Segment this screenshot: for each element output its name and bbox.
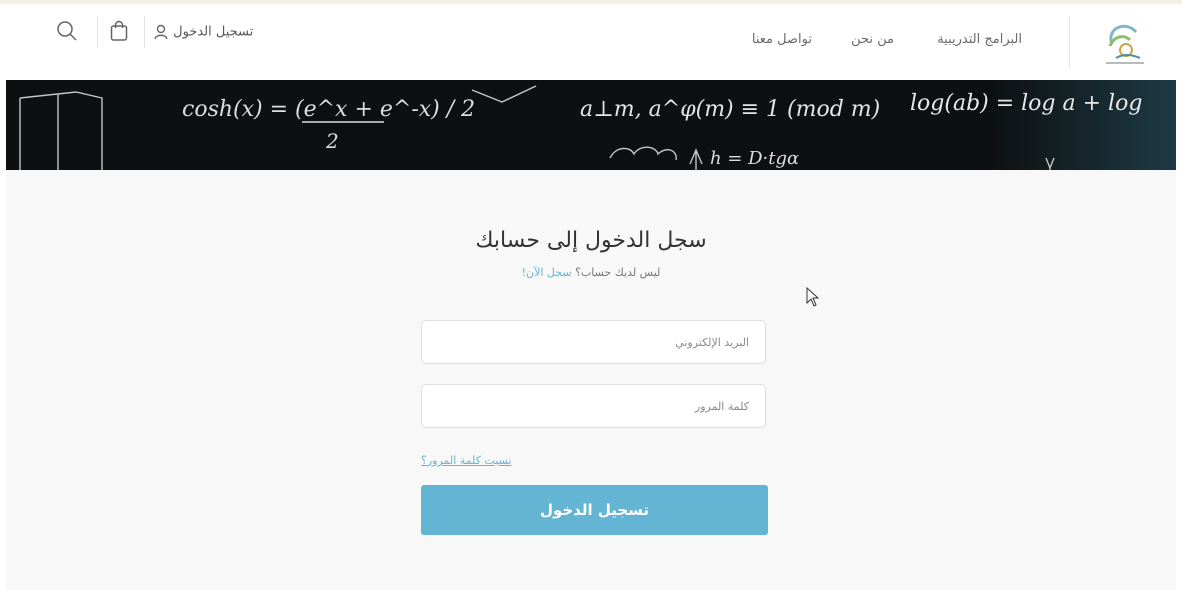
mouse-cursor-icon [806, 287, 820, 307]
login-title: سجل الدخول إلى حسابك [475, 228, 707, 253]
formula-denominator: 2 [325, 129, 339, 153]
no-account-text: ليس لديك حساب؟ [575, 266, 661, 279]
login-submit-button[interactable]: تسجيل الدخول [421, 485, 768, 535]
formula-cosh: cosh(x) = (e^x + e^-x) / 2 [182, 97, 475, 122]
header-divider [144, 16, 145, 48]
site-logo[interactable] [1069, 16, 1156, 68]
password-field-wrapper [421, 384, 766, 428]
nav-programs[interactable]: البرامج التدريبية [937, 32, 1022, 47]
search-icon[interactable] [56, 20, 78, 42]
chalkboard-formulas: cosh(x) = (e^x + e^-x) / 2 2 a⊥m, a^φ(m)… [19, 85, 1142, 170]
formula-mod: a⊥m, a^φ(m) ≡ 1 (mod m) [580, 97, 880, 122]
nav-contact[interactable]: تواصل معنا [752, 32, 812, 47]
forgot-password-link[interactable]: نسيت كلمة المرور؟ [421, 454, 511, 467]
hero-banner: cosh(x) = (e^x + e^-x) / 2 2 a⊥m, a^φ(m)… [6, 80, 1176, 170]
password-field[interactable] [422, 385, 765, 427]
nav-about[interactable]: من نحن [851, 32, 894, 47]
register-link[interactable]: سجل الآن! [522, 266, 572, 279]
formula-h: h = D·tgα [710, 148, 799, 169]
formula-log: log(ab) = log a + log [910, 91, 1142, 116]
email-field[interactable] [422, 321, 765, 363]
header-login-link[interactable]: تسجيل الدخول [153, 24, 253, 40]
shopping-bag-icon[interactable] [109, 20, 129, 42]
header-login-label: تسجيل الدخول [173, 24, 254, 40]
login-subtitle: ليس لديك حساب؟ سجل الآن! [6, 266, 1176, 279]
header-divider [97, 16, 98, 48]
site-header: البرامج التدريبية من نحن تواصل معنا تسجي… [6, 4, 1176, 80]
email-field-wrapper [421, 320, 766, 364]
logo-icon [1106, 24, 1144, 64]
login-section: سجل الدخول إلى حسابك ليس لديك حساب؟ سجل … [6, 170, 1176, 590]
user-icon [154, 24, 168, 40]
